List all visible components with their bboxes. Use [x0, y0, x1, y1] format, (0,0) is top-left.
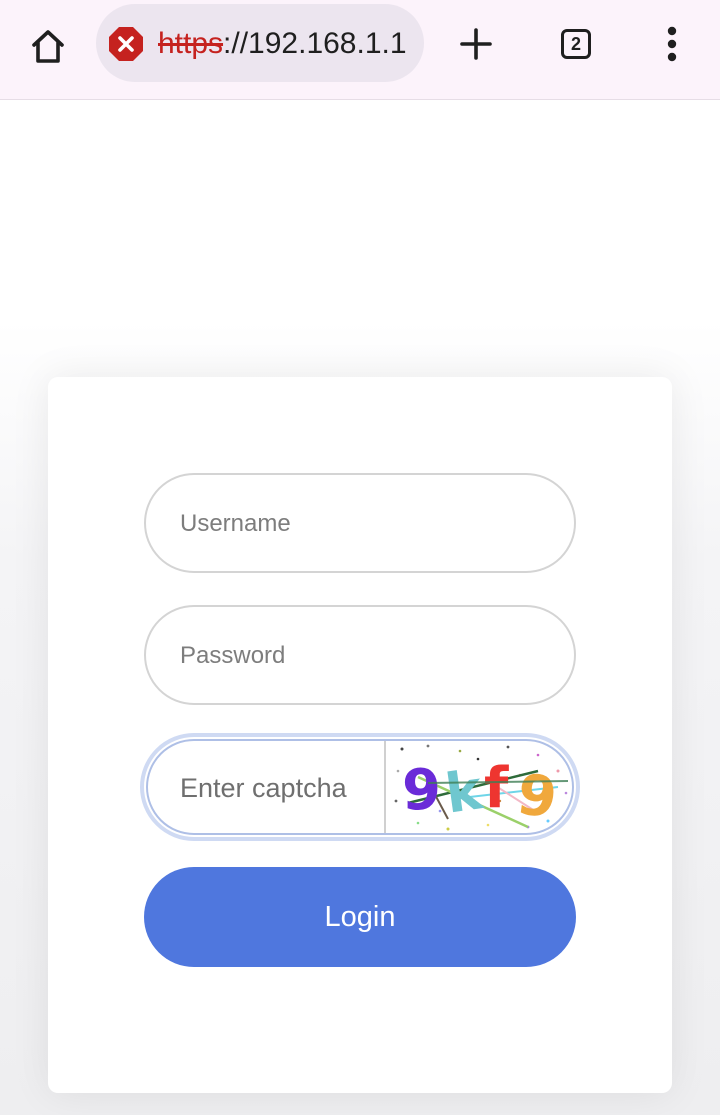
captcha-input[interactable]: [178, 741, 382, 833]
browser-menu-button[interactable]: [648, 20, 696, 68]
captcha-char-3: f: [484, 756, 509, 821]
captcha-field-wrapper: 9 k f 9: [146, 739, 574, 835]
login-card: 9 k f 9 Login: [48, 377, 672, 1093]
captcha-char-1: 9: [402, 758, 441, 823]
tab-switcher-icon: 2: [561, 29, 591, 59]
captcha-divider: [384, 741, 386, 833]
browser-toolbar: https://192.168.1.1 2: [0, 0, 720, 100]
home-button[interactable]: [24, 22, 72, 70]
captcha-image[interactable]: 9 k f 9: [388, 741, 574, 833]
address-bar[interactable]: https://192.168.1.1: [96, 4, 424, 82]
plus-icon: [460, 28, 492, 60]
captcha-char-2: k: [442, 758, 487, 826]
captcha-char-4: 9: [513, 762, 561, 832]
tab-count: 2: [570, 34, 581, 54]
username-input[interactable]: [178, 475, 542, 573]
url-host: ://192.168.1.1: [223, 27, 407, 60]
not-secure-icon: [109, 27, 143, 61]
url-text: https://192.168.1.1: [158, 26, 407, 62]
password-field-wrapper: [144, 605, 576, 705]
captcha-group: 9 k f 9: [140, 733, 580, 841]
new-tab-button[interactable]: [452, 20, 500, 68]
login-button[interactable]: Login: [144, 867, 576, 967]
home-icon: [32, 30, 64, 63]
tab-switcher-button[interactable]: 2: [552, 20, 600, 68]
more-vert-icon: [667, 26, 677, 62]
password-input[interactable]: [178, 607, 542, 705]
url-scheme: https: [158, 27, 224, 60]
username-field-wrapper: [144, 473, 576, 573]
